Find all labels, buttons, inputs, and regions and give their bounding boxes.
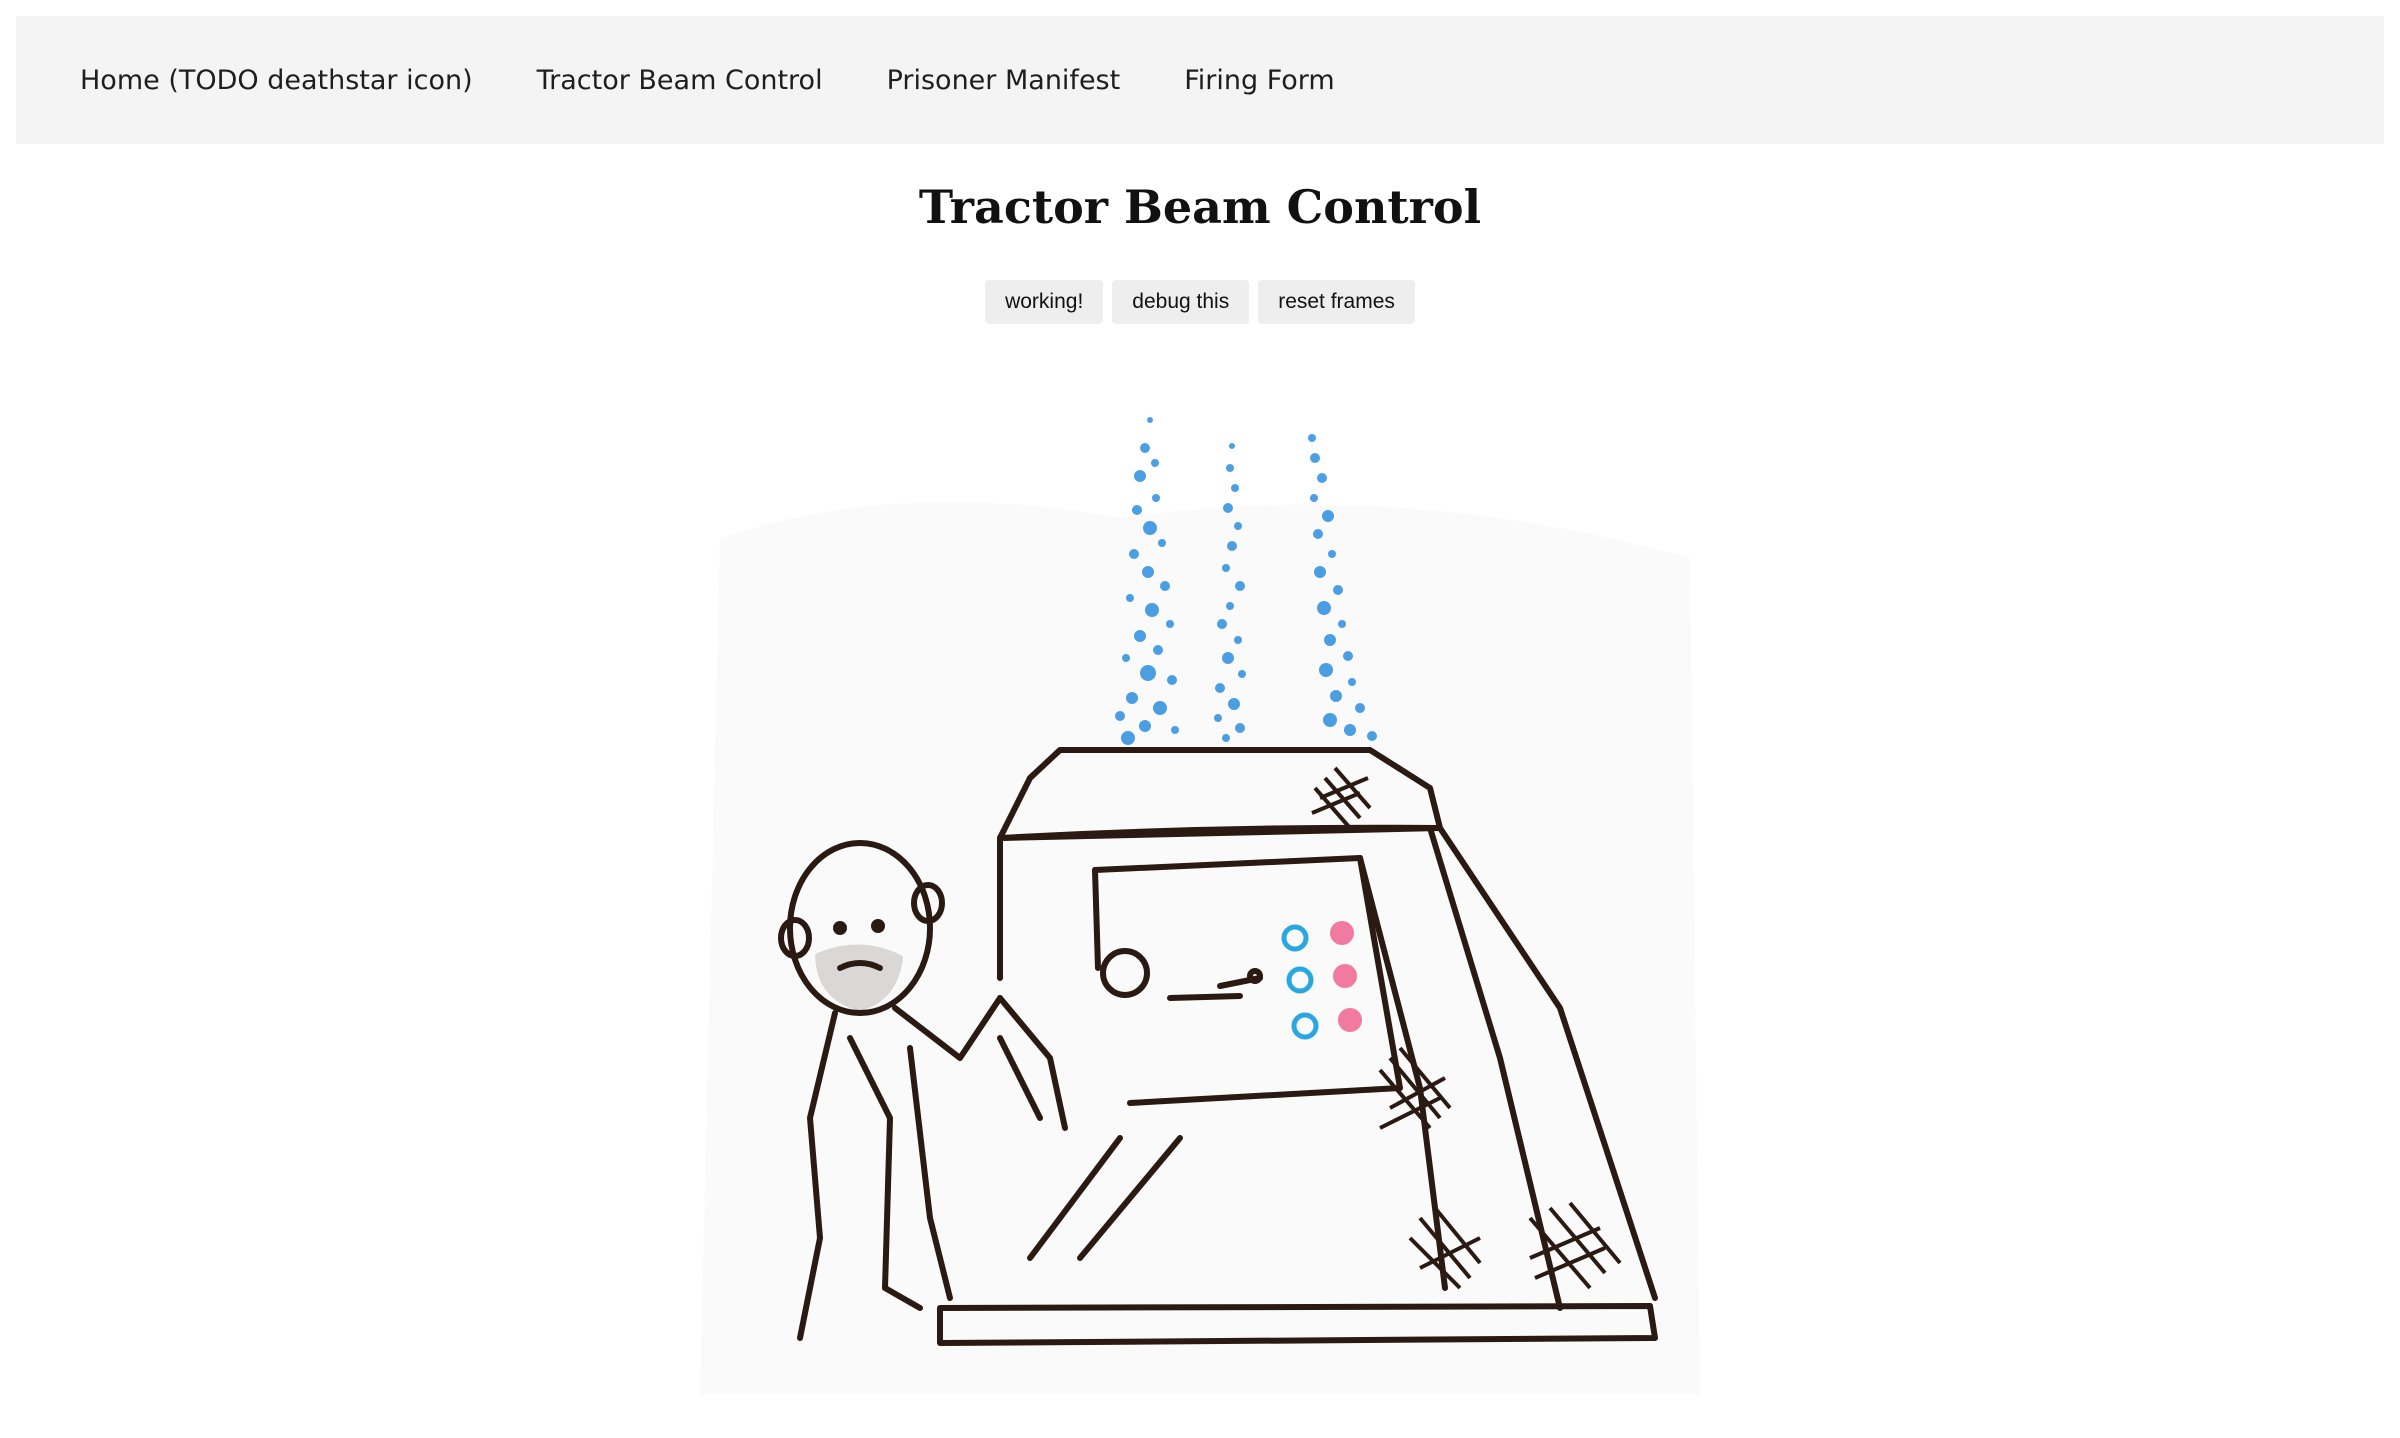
nav-tractor-beam-link[interactable]: Tractor Beam Control (537, 65, 823, 96)
nav-prisoner-manifest-link[interactable]: Prisoner Manifest (887, 65, 1121, 96)
tractor-beam-illustration (700, 358, 1700, 1394)
working-button[interactable]: working! (985, 280, 1104, 324)
debug-button[interactable]: debug this (1112, 280, 1250, 324)
action-button-row: working! debug this reset frames (0, 280, 2400, 324)
reset-frames-button[interactable]: reset frames (1258, 280, 1415, 324)
top-nav: Home (TODO deathstar icon) Tractor Beam … (16, 16, 2384, 144)
page-title: Tractor Beam Control (918, 180, 1482, 234)
nav-firing-form-link[interactable]: Firing Form (1184, 65, 1335, 96)
nav-home-link[interactable]: Home (TODO deathstar icon) (80, 65, 473, 96)
